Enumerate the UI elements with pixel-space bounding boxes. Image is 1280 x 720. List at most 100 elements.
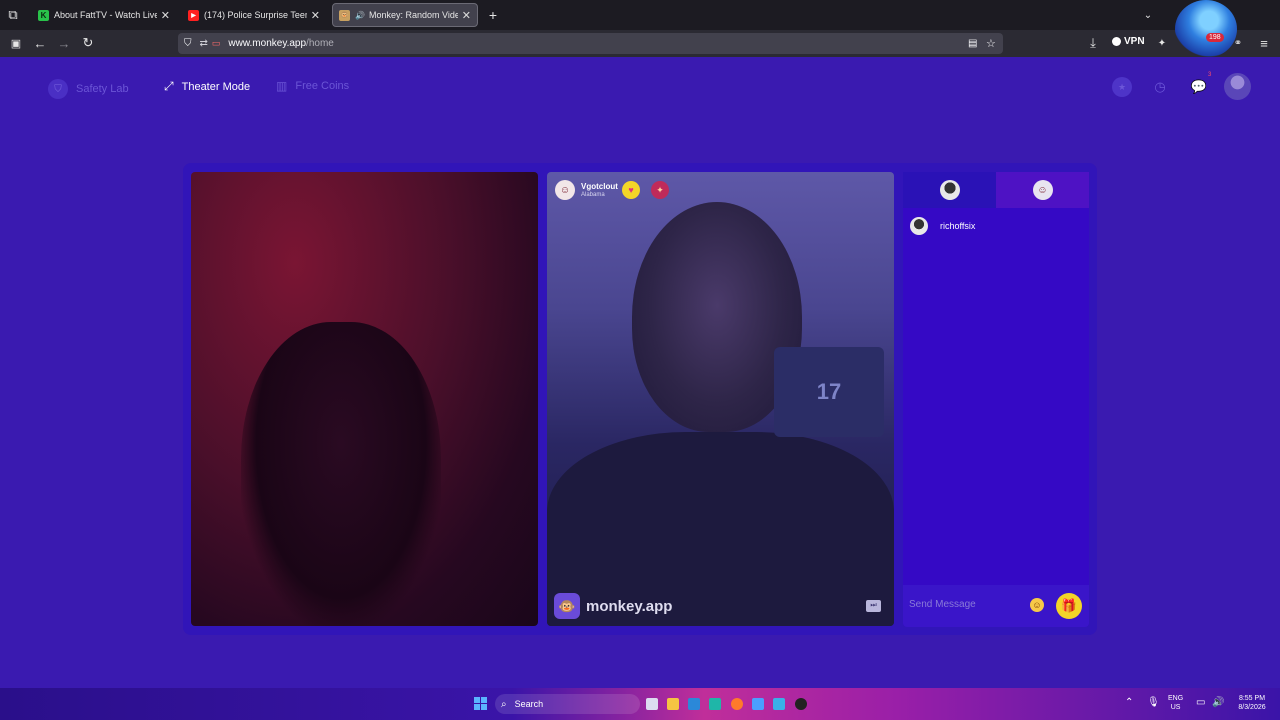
avatar[interactable] xyxy=(1224,73,1251,100)
list-item: richoffsix xyxy=(910,217,975,235)
microphone-icon[interactable]: 🎙 xyxy=(1147,698,1160,708)
network-icon[interactable]: ▭ xyxy=(1196,698,1205,708)
emoji-button[interactable]: ☺ xyxy=(1030,598,1044,612)
watermark-text: monkey.app xyxy=(586,597,673,615)
speaker-icon[interactable]: 🔊 xyxy=(355,11,365,20)
close-icon[interactable]: ✕ xyxy=(311,9,320,22)
menu-icon[interactable]: ≡ xyxy=(1257,36,1271,51)
app-icon[interactable] xyxy=(752,698,764,710)
windows-start-icon[interactable] xyxy=(474,697,487,710)
clock-time: 8:55 PM xyxy=(1238,695,1266,702)
back-arrow-icon[interactable]: ← xyxy=(33,36,47,51)
monkey-watermark: 🐵 monkey.app xyxy=(554,593,672,619)
url-text: www.monkey.app/home xyxy=(228,38,333,49)
remote-user-name: Vgotclout xyxy=(581,181,618,191)
language-indicator[interactable]: ENG US xyxy=(1168,694,1183,712)
chat-user-avatar xyxy=(910,217,928,235)
taskbar-search-label: Search xyxy=(514,699,544,709)
theater-mode-label: Theater Mode xyxy=(181,80,251,93)
youtube-favicon-icon: ▶ xyxy=(188,9,199,21)
search-icon: ⌕ xyxy=(501,698,507,710)
star-icon[interactable]: ★ xyxy=(1112,77,1132,97)
shield-check-icon: ⛉ xyxy=(48,79,68,99)
browser-nav-bar: ▣ ← → ↻ ⛉ ⇄ ▭ www.monkey.app/home ▤ ☆ ⤓ … xyxy=(0,30,1280,57)
chat-tab-partner[interactable]: ☺ xyxy=(996,172,1089,208)
address-bar[interactable]: ⛉ ⇄ ▭ www.monkey.app/home ▤ ☆ xyxy=(178,33,1003,54)
chevron-down-icon[interactable]: ⌄ xyxy=(1141,8,1155,22)
skip-forward-button[interactable]: ⏭ xyxy=(866,600,881,612)
clock[interactable]: 8:55 PM 8/3/2026 xyxy=(1232,694,1272,712)
chat-bubble-icon[interactable]: 💬 xyxy=(1189,77,1209,97)
gift-button[interactable]: 🎁 xyxy=(1056,593,1082,619)
lang-bottom: US xyxy=(1170,704,1181,711)
remote-user-tag[interactable]: ☺ Vgotclout Alabama xyxy=(555,178,618,202)
file-explorer-icon[interactable] xyxy=(667,698,679,710)
bookmark-star-icon[interactable]: ☆ xyxy=(986,37,996,50)
close-icon[interactable]: ✕ xyxy=(161,9,170,22)
edge-icon[interactable] xyxy=(709,698,721,710)
tab-title: Monkey: Random Video Ch xyxy=(368,10,458,20)
local-video-person xyxy=(241,322,441,626)
partner-avatar: ☺ xyxy=(1032,180,1053,200)
volume-icon[interactable]: 🔊 xyxy=(1212,698,1224,708)
history-clock-icon[interactable]: ◷ xyxy=(1150,77,1170,97)
message-input[interactable] xyxy=(909,591,1029,617)
download-icon[interactable]: ⤓ xyxy=(1086,35,1100,50)
free-coins-label: Free Coins xyxy=(295,80,350,92)
chat-username: richoffsix xyxy=(940,221,976,231)
tab-title: About FattTV - Watch Live on K xyxy=(54,10,157,20)
local-video xyxy=(191,172,538,626)
browser-tab-youtube[interactable]: ▶ (174) Police Surprise Teens Mir ✕ xyxy=(182,3,326,27)
safety-lab-link[interactable]: ⛉ Safety Lab xyxy=(48,79,129,99)
chat-tab-self[interactable] xyxy=(903,172,996,208)
browser-tab-monkey[interactable]: 🐵 🔊 Monkey: Random Video Ch ✕ xyxy=(332,3,478,27)
extension-icon[interactable]: ✦ xyxy=(1155,36,1169,50)
remote-user-avatar: ☺ xyxy=(555,180,575,200)
chevron-up-icon[interactable]: ⌃ xyxy=(1125,698,1133,708)
chat-tabs: ☺ xyxy=(903,172,1089,208)
monkey-logo-icon: 🐵 xyxy=(554,593,580,619)
remote-user-location: Alabama xyxy=(581,191,605,198)
reader-view-icon[interactable]: ▤ xyxy=(968,38,977,49)
windows-taskbar xyxy=(0,688,1280,720)
shield-icon[interactable]: ⛉ xyxy=(184,38,192,49)
lang-top: ENG xyxy=(1168,695,1184,702)
outlook-icon[interactable] xyxy=(688,698,700,710)
sidebar-toggle-icon[interactable]: ▣ xyxy=(9,36,23,50)
monkey-favicon-icon: 🐵 xyxy=(339,9,350,21)
reload-icon[interactable]: ↻ xyxy=(81,35,95,50)
heart-icon[interactable]: ♥ xyxy=(622,181,640,199)
tab-list-icon[interactable]: ⧉ xyxy=(6,7,20,22)
self-avatar xyxy=(939,180,960,200)
url-path: /home xyxy=(306,38,334,49)
clock-date: 8/3/2026 xyxy=(1238,704,1266,711)
extension-badge: 198 xyxy=(1206,33,1224,42)
browser-tab-bar: ⧉ K About FattTV - Watch Live on K ✕ ▶ (… xyxy=(0,0,1280,30)
tab-title: (174) Police Surprise Teens Mir xyxy=(204,10,307,20)
permissions-icon[interactable]: ⇄ xyxy=(200,38,208,49)
obs-icon[interactable] xyxy=(795,698,807,710)
chat-notification-badge: 3 xyxy=(1208,72,1212,78)
vpn-label: VPN xyxy=(1124,36,1145,47)
firefox-logo-icon xyxy=(1175,0,1237,58)
chat-panel xyxy=(903,172,1089,627)
background-jersey: 17 xyxy=(774,347,884,437)
theater-mode-button[interactable]: ⤢ Theater Mode xyxy=(164,79,250,94)
new-tab-icon[interactable]: + xyxy=(486,7,500,23)
free-coins-link[interactable]: ▥ Free Coins xyxy=(276,79,349,93)
browser-tab-fatttv[interactable]: K About FattTV - Watch Live on K ✕ xyxy=(32,3,176,27)
expand-icon: ⤢ xyxy=(164,79,174,93)
coins-icon: ▥ xyxy=(276,79,288,93)
vpn-button[interactable]: VPN xyxy=(1112,36,1145,47)
firefox-taskbar-icon[interactable] xyxy=(731,698,743,710)
report-icon[interactable]: ✦ xyxy=(651,181,669,199)
close-icon[interactable]: ✕ xyxy=(462,9,471,22)
forward-arrow-icon[interactable]: → xyxy=(57,36,71,51)
taskbar-search[interactable]: ⌕ Search xyxy=(495,694,640,714)
photos-icon[interactable] xyxy=(773,698,785,710)
safety-lab-label: Safety Lab xyxy=(76,83,129,95)
camera-permission-icon[interactable]: ▭ xyxy=(212,38,221,49)
remote-user-info: Vgotclout Alabama xyxy=(581,182,618,199)
task-view-icon[interactable] xyxy=(646,698,658,710)
page-header: ⛉ Safety Lab ⤢ Theater Mode ▥ Free Coins… xyxy=(0,57,1280,117)
